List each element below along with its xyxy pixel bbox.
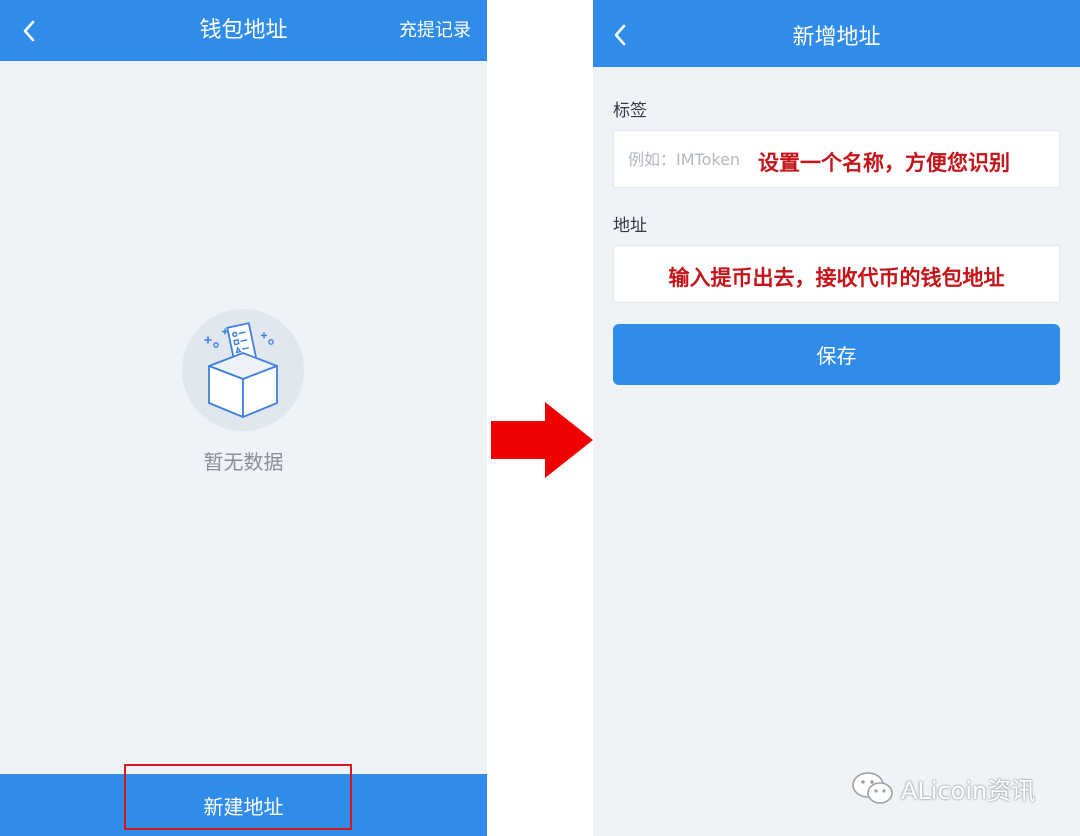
top-bar: 新增地址 <box>593 0 1080 67</box>
wechat-icon <box>852 772 893 804</box>
wallet-address-screen: 钱包地址 充提记录 暂无数据 新建地址 <box>0 0 487 836</box>
new-address-button[interactable]: 新建地址 <box>0 774 487 836</box>
save-button[interactable]: 保存 <box>613 324 1060 385</box>
watermark-text: ALicoin资讯 <box>901 776 1036 805</box>
empty-state-text: 暂无数据 <box>203 450 284 474</box>
label-annotation: 设置一个名称，方便您识别 <box>758 151 1010 175</box>
watermark: ALicoin资讯 <box>851 768 1035 808</box>
back-button[interactable] <box>603 16 637 54</box>
label-input[interactable] <box>628 131 758 187</box>
back-button[interactable] <box>12 12 46 50</box>
label-field[interactable]: 设置一个名称，方便您识别 <box>613 130 1060 188</box>
add-address-screen: 新增地址 标签 设置一个名称，方便您识别 地址 输入提币出去，接收代币的钱包地址… <box>593 0 1080 836</box>
page-title: 新增地址 <box>792 25 881 50</box>
address-input[interactable] <box>628 246 1048 302</box>
red-arrow-right-icon <box>491 402 593 478</box>
label-field-caption: 标签 <box>613 101 647 121</box>
deposit-withdraw-history-link[interactable]: 充提记录 <box>399 0 471 61</box>
chevron-left-icon <box>614 24 626 46</box>
empty-box-icon <box>182 309 304 431</box>
top-bar: 钱包地址 充提记录 <box>0 0 487 61</box>
address-field-caption: 地址 <box>613 216 647 236</box>
chevron-left-icon <box>23 20 35 42</box>
address-field[interactable]: 输入提币出去，接收代币的钱包地址 <box>613 245 1060 303</box>
